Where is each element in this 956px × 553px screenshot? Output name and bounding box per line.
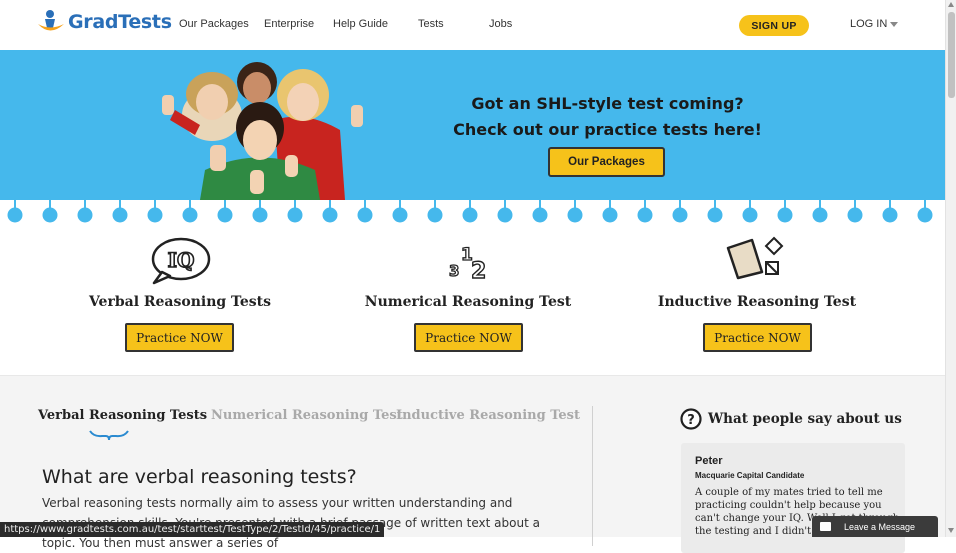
bead-dot [882,207,898,223]
signup-button[interactable]: SIGN UP [739,15,809,36]
tab-numerical[interactable]: Numerical Reasoning Test [211,408,403,423]
bead-dot [707,207,723,223]
nav-enterprise[interactable]: Enterprise [264,18,314,30]
practice-now-button[interactable]: Practice NOW [703,323,812,352]
bead-dot [427,207,443,223]
svg-text:2: 2 [471,259,486,284]
leave-message-label: Leave a Message [844,521,916,532]
status-bar-url: https://www.gradtests.com.au/test/startt… [0,522,385,537]
bead-dot [42,207,58,223]
bead-dot [847,207,863,223]
scroll-up-arrow-icon[interactable] [948,2,954,7]
bead-dot [602,207,618,223]
nav-tests[interactable]: Tests [418,18,444,30]
scroll-thumb[interactable] [948,12,955,98]
testimonial-name: Peter [695,455,723,467]
vertical-divider [592,406,593,546]
bead-dot [392,207,408,223]
scroll-down-arrow-icon[interactable] [948,528,954,533]
bead-dot [637,207,653,223]
nav-our-packages[interactable]: Our Packages [179,18,249,30]
testimonials-title: What people say about us [708,411,902,427]
practice-now-button[interactable]: Practice NOW [125,323,234,352]
practice-now-button[interactable]: Practice NOW [414,323,523,352]
section-heading: What are verbal reasoning tests? [42,466,357,488]
shapes-icon [726,236,784,280]
our-packages-button[interactable]: Our Packages [548,147,665,177]
logo-icon [38,10,64,31]
testimonials-header: ? What people say about us [680,408,902,430]
hero-heading-line1: Got an SHL-style test coming? [471,94,744,113]
category-title: Verbal Reasoning Tests [88,294,272,310]
svg-text:3: 3 [449,262,459,280]
bead-dot [917,207,933,223]
bead-dot [532,207,548,223]
bead-dot [672,207,688,223]
category-title: Inductive Reasoning Test [657,294,857,310]
tab-verbal[interactable]: Verbal Reasoning Tests [38,408,207,423]
bead-dot [322,207,338,223]
numbers-icon: 3 1 2 [448,244,487,284]
gradtests-logo[interactable]: GradTests [36,9,172,35]
bead-dot [497,207,513,223]
bead-dot [742,207,758,223]
bead-dot [182,207,198,223]
hero-banner: Got an SHL-style test coming? Check out … [0,50,945,200]
bead-dot [252,207,268,223]
bead-dot [777,207,793,223]
bead-dot [462,207,478,223]
login-link[interactable]: LOG IN [850,18,887,30]
bead-dot [112,207,128,223]
bead-dot [77,207,93,223]
bead-dot [287,207,303,223]
svg-text:IQ: IQ [168,248,195,272]
bead-dot [217,207,233,223]
bead-dot [7,207,23,223]
hero-people-image [162,62,363,200]
nav-jobs[interactable]: Jobs [489,18,512,30]
nav-help-guide[interactable]: Help Guide [333,18,388,30]
site-header: GradTests Our Packages Enterprise Help G… [0,0,945,50]
category-title: Numerical Reasoning Test [364,294,572,310]
svg-text:?: ? [687,413,695,428]
content-section: Verbal Reasoning Tests Numerical Reasoni… [0,375,945,553]
scrollbar[interactable] [945,0,956,537]
bead-dot [567,207,583,223]
hero-heading-line2: Check out our practice tests here! [453,120,762,139]
hero-heading: Got an SHL-style test coming? Check out … [430,91,785,143]
decorative-dot-border [7,200,933,223]
question-mark-icon: ? [680,408,702,430]
iq-speech-bubble-icon: IQ [151,237,211,285]
active-tab-indicator-icon [89,430,129,441]
bead-dot [812,207,828,223]
envelope-icon [820,522,831,531]
chevron-down-icon[interactable] [890,22,898,27]
bead-dot [147,207,163,223]
testimonial-role: Macquarie Capital Candidate [695,471,805,480]
test-categories: IQ Verbal Reasoning Tests Practice NOW 3… [0,226,945,374]
bead-dot [357,207,373,223]
leave-message-widget[interactable]: Leave a Message [812,516,938,537]
tab-inductive[interactable]: Inductive Reasoning Test [396,408,580,423]
logo-text: GradTests [68,11,172,33]
